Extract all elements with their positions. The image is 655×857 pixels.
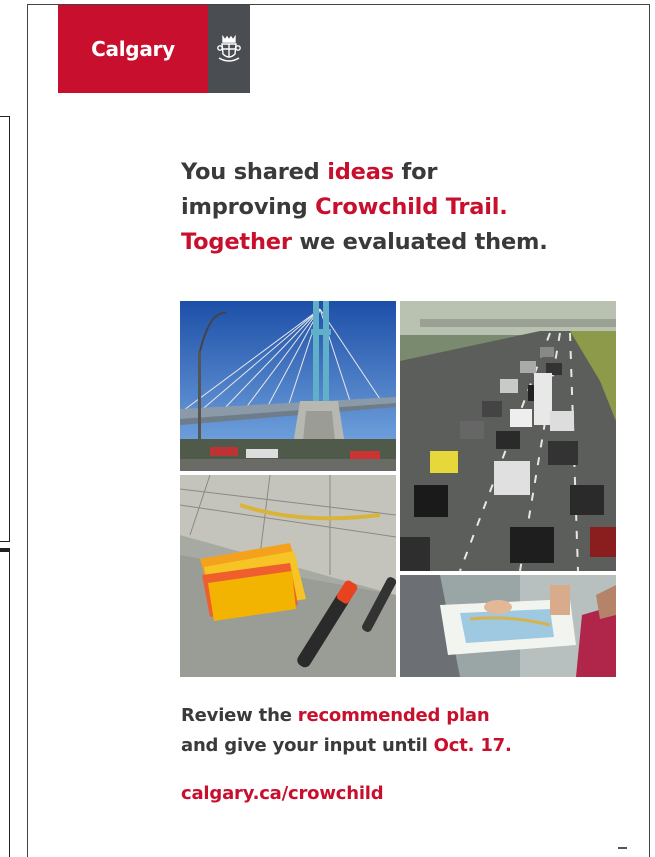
headline-emphasis: ideas (327, 159, 394, 185)
cta-text: and give your input until (181, 735, 434, 756)
headline-text: improving (181, 194, 316, 220)
website-link[interactable]: calgary.ca/crowchild (181, 783, 384, 804)
headline-line-3: Together we evaluated them. (181, 225, 631, 260)
headline-line-2: improving Crowchild Trail. (181, 190, 631, 225)
calgary-logo: Calgary (58, 5, 250, 93)
bridge-photo (180, 301, 396, 471)
call-to-action: Review the recommended plan and give you… (181, 701, 631, 761)
city-crest-icon (208, 5, 250, 93)
cta-emphasis: Oct. 17. (433, 735, 512, 756)
poster-page: Calgary You shared ideas for improving C… (27, 4, 650, 857)
cta-line-2: and give your input until Oct. 17. (181, 731, 631, 761)
headline-emphasis: Together (181, 229, 292, 255)
headline-text: You shared (181, 159, 328, 185)
map-sticky-notes-photo (180, 475, 396, 677)
adjacent-page-edge-bottom (0, 548, 10, 857)
page-mark (618, 847, 627, 849)
headline-text: for (393, 159, 438, 185)
headline: You shared ideas for improving Crowchild… (181, 155, 631, 260)
cta-line-1: Review the recommended plan (181, 701, 631, 731)
headline-text: we evaluated them. (291, 229, 548, 255)
traffic-photo (400, 301, 616, 571)
headline-line-1: You shared ideas for (181, 155, 631, 190)
cta-text: Review the (181, 705, 298, 726)
headline-emphasis: Crowchild Trail. (315, 194, 508, 220)
cta-emphasis: recommended plan (297, 705, 490, 726)
adjacent-page-edge-top (0, 116, 10, 542)
logo-wordmark: Calgary (58, 5, 208, 93)
people-reviewing-map-photo (400, 575, 616, 677)
photo-collage (180, 301, 616, 677)
